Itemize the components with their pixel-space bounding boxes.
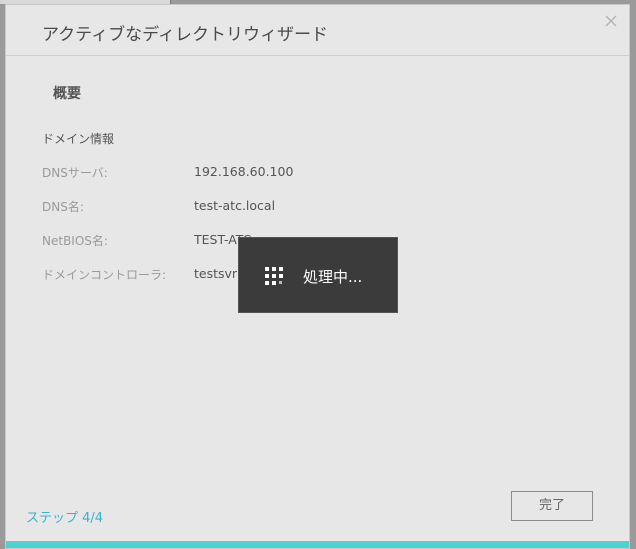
domain-controller-value: testsvr <box>194 266 238 281</box>
processing-text: 処理中... <box>303 268 363 286</box>
section-title: 概要 <box>53 86 81 102</box>
netbios-name-label: NetBIOS名: <box>42 234 108 248</box>
dns-server-value: 192.168.60.100 <box>194 164 294 179</box>
close-icon[interactable] <box>603 13 619 29</box>
processing-overlay: 処理中... <box>238 237 398 313</box>
progress-bar <box>6 541 629 548</box>
dns-server-label: DNSサーバ: <box>42 166 108 180</box>
loading-grid-icon <box>265 267 283 285</box>
domain-controller-label: ドメインコントローラ: <box>42 268 167 282</box>
dns-name-value: test-atc.local <box>194 198 276 213</box>
dialog-header: アクティブなディレクトリウィザード <box>6 5 629 56</box>
step-indicator: ステップ 4/4 <box>26 511 104 526</box>
dns-name-label: DNS名: <box>42 200 84 214</box>
group-title: ドメイン情報 <box>42 132 115 146</box>
done-button[interactable]: 完了 <box>511 491 593 521</box>
dialog-title: アクティブなディレクトリウィザード <box>42 25 328 45</box>
